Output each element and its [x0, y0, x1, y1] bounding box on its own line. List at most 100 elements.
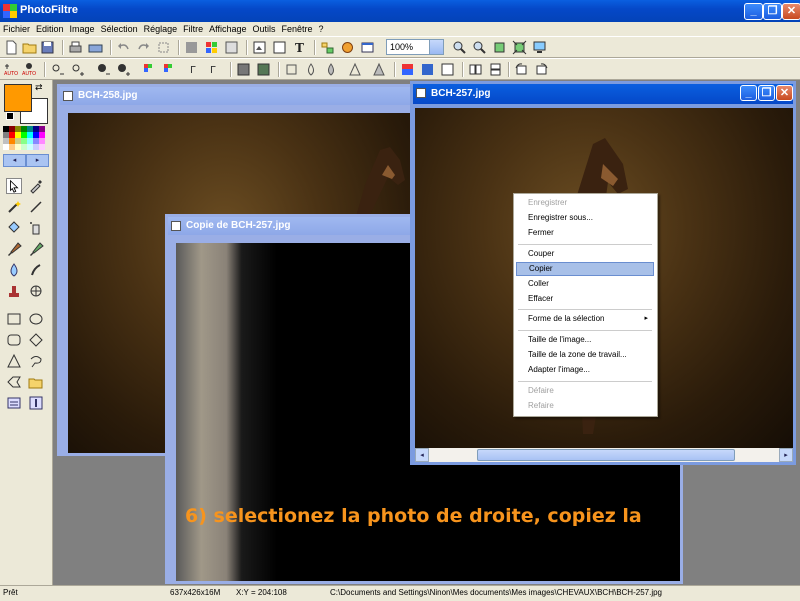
window-titlebar[interactable]: BCH-258.jpg [60, 87, 414, 105]
noise-filter-icon[interactable] [256, 62, 271, 77]
palette-scroll-left-button[interactable]: ◂ [3, 154, 26, 167]
stamp-icon[interactable] [6, 283, 22, 299]
menu-selection[interactable]: Sélection [98, 22, 141, 36]
blur-icon[interactable] [304, 62, 319, 77]
menu-outils[interactable]: Outils [250, 22, 279, 36]
spray-icon[interactable] [28, 220, 44, 236]
eyedropper-icon[interactable] [28, 178, 44, 194]
swap-colors-icon[interactable]: ⇄ [35, 83, 43, 93]
menu-item-taille-zone-travail[interactable]: Taille de la zone de travail... [516, 348, 654, 362]
contrast-down-icon[interactable] [96, 62, 111, 77]
gamma-down-icon[interactable]: Γ [188, 62, 203, 77]
maximize-button[interactable]: ❐ [758, 85, 775, 101]
scroll-left-button[interactable]: ◂ [415, 448, 429, 462]
selection-arrow-icon[interactable] [6, 178, 22, 194]
menu-help[interactable]: ? [316, 22, 327, 36]
frame-icon[interactable] [440, 62, 455, 77]
auto-contrast-icon[interactable]: AUTO [22, 62, 37, 77]
menu-item-copier[interactable]: Copier [516, 262, 654, 276]
gamma-up-icon[interactable]: Γ [208, 62, 223, 77]
scroll-right-button[interactable]: ▸ [779, 448, 793, 462]
menu-item-enregistrer-sous[interactable]: Enregistrer sous... [516, 211, 654, 225]
menu-item-couper[interactable]: Couper [516, 247, 654, 261]
saturation-down-icon[interactable] [142, 62, 157, 77]
vertical-text-icon[interactable] [28, 395, 44, 411]
menu-item-coller[interactable]: Coller [516, 277, 654, 291]
reset-colors-icon[interactable] [6, 112, 14, 120]
menu-item-refaire[interactable]: Refaire [516, 399, 654, 413]
explorer-icon[interactable] [320, 40, 335, 55]
ellipse-selection-icon[interactable] [28, 311, 44, 327]
maximize-button[interactable]: ❐ [763, 3, 782, 20]
print-icon[interactable] [68, 40, 83, 55]
actual-size-icon[interactable] [492, 40, 507, 55]
fit-window-icon[interactable] [512, 40, 527, 55]
palette-scroll-right-button[interactable]: ▸ [26, 154, 49, 167]
rotate-right-icon[interactable] [534, 62, 549, 77]
scroll-thumb[interactable] [477, 449, 735, 461]
dust-filter-icon[interactable] [236, 62, 251, 77]
app-titlebar[interactable]: PhotoFiltre _ ❐ ✕ [0, 0, 800, 22]
menu-fenetre[interactable]: Fenêtre [279, 22, 316, 36]
pattern-icon[interactable] [28, 283, 44, 299]
menu-image[interactable]: Image [67, 22, 98, 36]
fill-bucket-icon[interactable] [6, 220, 22, 236]
magic-wand-icon[interactable] [6, 199, 22, 215]
horizontal-scrollbar[interactable]: ◂ ▸ [415, 448, 793, 462]
save-icon[interactable] [40, 40, 55, 55]
soften-icon[interactable] [284, 62, 299, 77]
lasso-icon[interactable] [28, 353, 44, 369]
open-folder-icon[interactable] [22, 40, 37, 55]
brush-icon[interactable] [6, 241, 22, 257]
color-mode-icon[interactable] [204, 40, 219, 55]
zoom-select[interactable]: 100% [386, 39, 444, 55]
gradient-icon[interactable] [400, 62, 415, 77]
plugins-icon[interactable] [340, 40, 355, 55]
menu-item-effacer[interactable]: Effacer [516, 292, 654, 306]
smudge-icon[interactable] [28, 262, 44, 278]
image-size-icon[interactable] [252, 40, 267, 55]
scan-icon[interactable] [88, 40, 103, 55]
line-icon[interactable] [28, 199, 44, 215]
horizontal-text-icon[interactable] [6, 395, 22, 411]
zoom-out-icon[interactable] [472, 40, 487, 55]
sepia-icon[interactable] [420, 62, 435, 77]
menu-reglage[interactable]: Réglage [141, 22, 181, 36]
menu-item-enregistrer[interactable]: Enregistrer [516, 196, 654, 210]
sharpen-more-icon[interactable] [372, 62, 387, 77]
menu-item-fermer[interactable]: Fermer [516, 226, 654, 240]
contrast-up-icon[interactable] [116, 62, 131, 77]
menu-item-taille-image[interactable]: Taille de l'image... [516, 333, 654, 347]
rotate-left-icon[interactable] [514, 62, 529, 77]
sharpen-icon[interactable] [324, 62, 339, 77]
new-file-icon[interactable] [4, 40, 19, 55]
window-titlebar[interactable]: BCH-257.jpg [413, 84, 793, 104]
canvas-size-icon[interactable] [272, 40, 287, 55]
close-button[interactable]: ✕ [782, 3, 800, 20]
menu-item-defaire[interactable]: Défaire [516, 384, 654, 398]
rounded-rectangle-icon[interactable] [6, 332, 22, 348]
accentuate-icon[interactable] [348, 62, 363, 77]
brightness-down-icon[interactable] [50, 62, 65, 77]
menu-item-adapter-image[interactable]: Adapter l'image... [516, 363, 654, 377]
text-icon[interactable]: T [292, 40, 307, 55]
fullscreen-icon[interactable] [532, 40, 547, 55]
menu-item-forme-selection[interactable]: Forme de la sélection ▸ [516, 312, 654, 326]
minimize-button[interactable]: _ [744, 3, 763, 20]
rectangle-selection-icon[interactable] [6, 311, 22, 327]
auto-level-icon[interactable]: AUTO [4, 62, 19, 77]
saturation-up-icon[interactable] [162, 62, 177, 77]
window-icon[interactable] [360, 40, 375, 55]
menu-edition[interactable]: Edition [33, 22, 67, 36]
chevron-down-icon[interactable] [429, 40, 443, 54]
menu-filtre[interactable]: Filtre [180, 22, 206, 36]
minimize-button[interactable]: _ [740, 85, 757, 101]
advanced-brush-icon[interactable] [28, 241, 44, 257]
triangle-icon[interactable] [6, 353, 22, 369]
load-shape-icon[interactable] [28, 374, 44, 390]
blur-tool-icon[interactable] [6, 262, 22, 278]
color-grid[interactable] [3, 126, 49, 150]
menu-fichier[interactable]: Fichier [0, 22, 33, 36]
brightness-up-icon[interactable] [70, 62, 85, 77]
close-button[interactable]: ✕ [776, 85, 793, 101]
